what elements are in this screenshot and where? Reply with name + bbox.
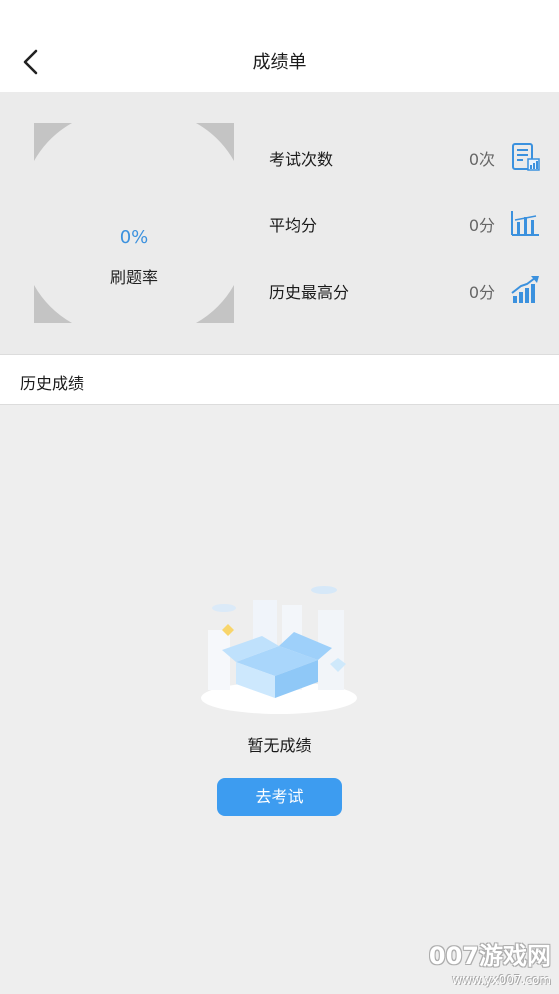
bar-chart-icon — [509, 207, 541, 239]
stat-highest-score: 历史最高分 0分 — [269, 270, 541, 310]
rate-value: 0% — [119, 227, 149, 248]
stat-label: 平均分 — [269, 216, 318, 235]
trend-up-icon — [509, 274, 541, 306]
site-watermark: 007游戏网 www.yx007.com — [421, 936, 551, 992]
stat-exam-count: 考试次数 0次 — [269, 137, 541, 177]
stat-value: 0分 — [468, 283, 495, 302]
watermark-url-text: www.yx007.com — [452, 973, 551, 987]
take-exam-button[interactable]: 去考试 — [217, 778, 342, 816]
stat-average-score: 平均分 0分 — [269, 203, 541, 243]
rate-ring-frame — [34, 123, 234, 323]
page-title: 成绩单 — [252, 52, 307, 73]
stat-label: 考试次数 — [269, 150, 334, 169]
history-section-header: 历史成绩 — [0, 354, 559, 405]
exam-report-icon — [509, 141, 541, 173]
empty-box-illustration — [198, 580, 360, 714]
empty-message: 暂无成绩 — [247, 736, 312, 755]
watermark-main-text: 007游戏网 — [428, 942, 551, 970]
top-bar: 成绩单 — [0, 0, 559, 92]
stat-value: 0次 — [468, 150, 495, 169]
stat-value: 0分 — [468, 216, 495, 235]
rate-label: 刷题率 — [109, 268, 158, 287]
rate-ring: 0% 刷题率 — [34, 123, 234, 323]
history-title: 历史成绩 — [20, 374, 85, 393]
stat-label: 历史最高分 — [269, 283, 350, 302]
score-summary: 0% 刷题率 考试次数 0次 平均分 0分 历史最高分 0分 — [0, 92, 559, 354]
